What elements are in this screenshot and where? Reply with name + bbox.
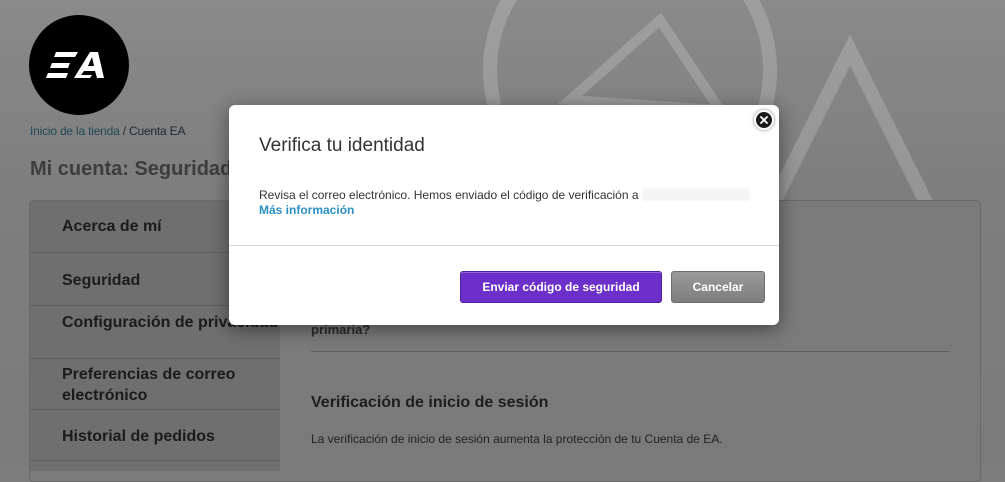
breadcrumb-separator: / — [119, 124, 130, 138]
breadcrumb-current: Cuenta EA — [129, 124, 186, 138]
redacted-email — [641, 188, 750, 201]
ea-logo-icon — [46, 52, 104, 78]
close-icon — [760, 116, 768, 124]
cancel-button[interactable]: Cancelar — [671, 271, 765, 303]
verify-identity-dialog: Verifica tu identidad Revisa el correo e… — [229, 105, 779, 325]
breadcrumb-store-link[interactable]: Inicio de la tienda — [30, 124, 120, 138]
send-security-code-button[interactable]: Enviar código de seguridad — [460, 271, 662, 303]
login-verification-heading: Verificación de inicio de sesión — [311, 394, 549, 411]
dialog-message-text: Revisa el correo electrónico. Hemos envi… — [259, 188, 639, 202]
breadcrumb: Inicio de la tienda / Cuenta EA — [30, 124, 185, 138]
close-dialog-button[interactable] — [754, 110, 774, 130]
dialog-title: Verifica tu identidad — [259, 135, 425, 156]
more-info-link[interactable]: Más información — [259, 203, 354, 217]
dialog-divider — [229, 245, 779, 246]
login-verification-text: La verificación de inicio de sesión aume… — [311, 432, 723, 446]
page-title: Mi cuenta: Seguridad — [30, 158, 233, 180]
sidebar-item-email-preferences[interactable]: Preferencias de correo electrónico — [30, 360, 280, 410]
dialog-message: Revisa el correo electrónico. Hemos envi… — [259, 188, 750, 202]
sidebar-item-order-history[interactable]: Historial de pedidos — [30, 411, 280, 461]
content-divider — [311, 351, 949, 352]
ea-logo[interactable] — [29, 15, 129, 115]
